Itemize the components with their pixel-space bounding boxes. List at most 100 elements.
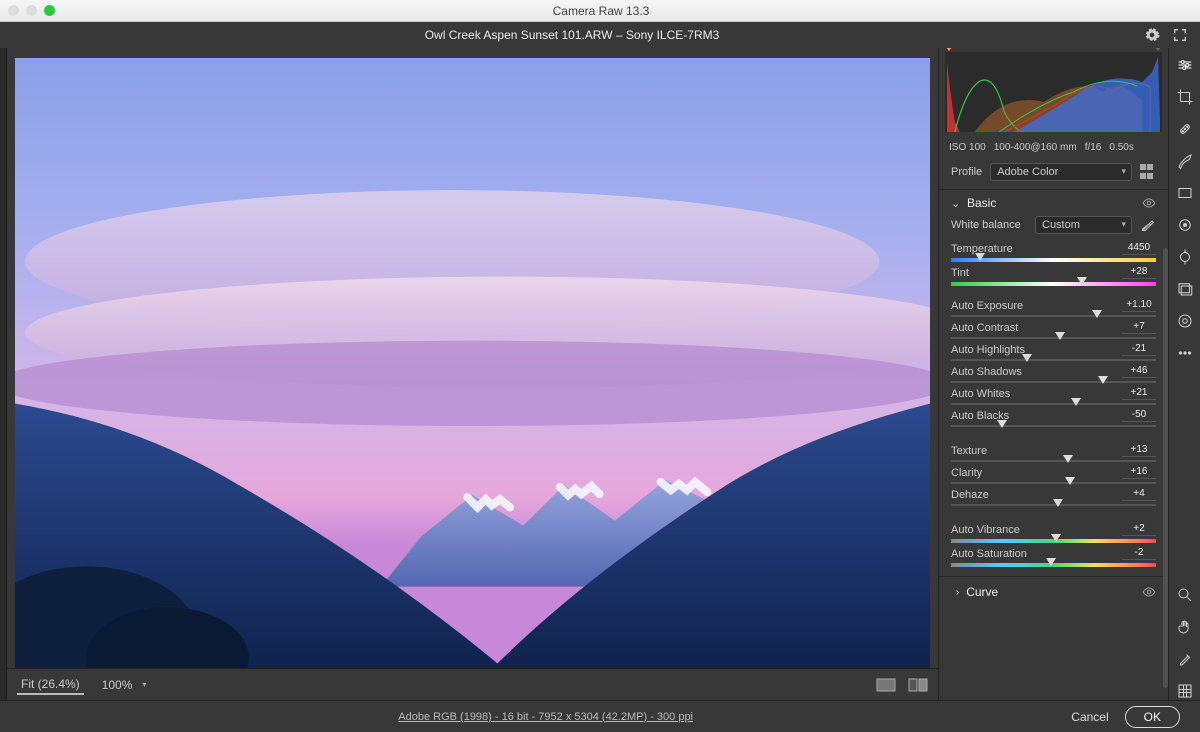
image-canvas[interactable] (7, 48, 938, 668)
exposure-thumb[interactable] (1092, 310, 1102, 318)
blacks-value[interactable]: -50 (1122, 409, 1156, 422)
tint-slider[interactable]: Tint+28 (951, 266, 1156, 286)
panel-scrollbar[interactable] (1163, 248, 1168, 688)
highlights-thumb[interactable] (1022, 354, 1032, 362)
contrast-value[interactable]: +7 (1122, 321, 1156, 334)
vibrance-thumb[interactable] (1051, 534, 1061, 542)
zoom-fit[interactable]: Fit (26.4%) (17, 675, 84, 695)
shadows-thumb[interactable] (1098, 376, 1108, 384)
whites-slider[interactable]: Auto Whites+21 (951, 387, 1156, 405)
radial-tool-icon[interactable] (1176, 216, 1194, 234)
eyedropper-icon[interactable] (1140, 217, 1156, 233)
more-icon[interactable] (1176, 344, 1194, 362)
texture-track[interactable] (951, 460, 1156, 462)
zoom-100[interactable]: 100% (98, 676, 137, 694)
whites-track[interactable] (951, 403, 1156, 405)
saturation-value[interactable]: -2 (1122, 547, 1156, 560)
crop-tool-icon[interactable] (1176, 88, 1194, 106)
chevron-right-icon: ⌄ (949, 587, 962, 596)
highlights-track[interactable] (951, 359, 1156, 361)
output-settings-link[interactable]: Adobe RGB (1998) - 16 bit - 7952 x 5304 … (20, 711, 1071, 723)
color-sampler-icon[interactable] (1176, 650, 1194, 668)
profile-browser-icon[interactable] (1140, 164, 1156, 180)
grid-toggle-icon[interactable] (1176, 682, 1194, 700)
tint-value[interactable]: +28 (1122, 266, 1156, 279)
minimize-window-icon[interactable] (26, 5, 37, 16)
edit-panel: ISO 100 100-400@160 mm f/16 0.50s Profil… (938, 48, 1168, 700)
wb-label: White balance (951, 219, 1027, 231)
tint-track[interactable] (951, 282, 1156, 286)
toggle-visibility-icon[interactable] (1142, 585, 1156, 599)
contrast-thumb[interactable] (1055, 332, 1065, 340)
dehaze-value[interactable]: +4 (1122, 488, 1156, 501)
ok-button[interactable]: OK (1125, 706, 1180, 728)
saturation-track[interactable] (951, 563, 1156, 567)
gradient-rect-tool-icon[interactable] (1176, 184, 1194, 202)
contrast-slider[interactable]: Auto Contrast+7 (951, 321, 1156, 339)
toggle-visibility-icon[interactable] (1142, 196, 1156, 210)
whites-thumb[interactable] (1071, 398, 1081, 406)
zoom-tool-icon[interactable] (1176, 586, 1194, 604)
vibrance-value[interactable]: +2 (1122, 523, 1156, 536)
tint-thumb[interactable] (1077, 277, 1087, 285)
saturation-label: Auto Saturation (951, 548, 1027, 560)
wb-select[interactable]: Custom (1035, 216, 1132, 234)
zoom-window-icon[interactable] (44, 5, 55, 16)
heal-tool-icon[interactable] (1176, 120, 1194, 138)
whites-value[interactable]: +21 (1122, 387, 1156, 400)
shadows-track[interactable] (951, 381, 1156, 383)
exposure-slider[interactable]: Auto Exposure+1.10 (951, 299, 1156, 317)
close-window-icon[interactable] (8, 5, 19, 16)
cancel-button[interactable]: Cancel (1071, 710, 1108, 724)
hand-tool-icon[interactable] (1176, 618, 1194, 636)
temperature-value[interactable]: 4450 (1122, 242, 1156, 255)
shadows-slider[interactable]: Auto Shadows+46 (951, 365, 1156, 383)
saturation-thumb[interactable] (1046, 558, 1056, 566)
presets-icon[interactable] (1176, 312, 1194, 330)
temperature-slider[interactable]: Temperature4450 (951, 242, 1156, 262)
blacks-slider[interactable]: Auto Blacks-50 (951, 409, 1156, 427)
blacks-track[interactable] (951, 425, 1156, 427)
dehaze-track[interactable] (951, 504, 1156, 506)
profile-select[interactable]: Adobe Color (990, 163, 1132, 181)
saturation-slider[interactable]: Auto Saturation -2 (951, 547, 1156, 567)
shadows-value[interactable]: +46 (1122, 365, 1156, 378)
texture-value[interactable]: +13 (1122, 444, 1156, 457)
vibrance-slider[interactable]: Auto Vibrance+2 (951, 523, 1156, 543)
dehaze-thumb[interactable] (1053, 499, 1063, 507)
vibrance-track[interactable] (951, 539, 1156, 543)
texture-thumb[interactable] (1063, 455, 1073, 463)
brush-tool-icon[interactable] (1176, 152, 1194, 170)
highlights-slider[interactable]: Auto Highlights-21 (951, 343, 1156, 361)
clarity-value[interactable]: +16 (1122, 466, 1156, 479)
zoom-dropdown-icon[interactable]: ▾ (142, 680, 146, 689)
clarity-track[interactable] (951, 482, 1156, 484)
edit-tool-icon[interactable] (1176, 56, 1194, 74)
gear-icon[interactable] (1144, 27, 1160, 43)
highlight-clip-icon[interactable] (1152, 48, 1164, 51)
texture-slider[interactable]: Texture+13 (951, 444, 1156, 462)
dehaze-slider[interactable]: Dehaze+4 (951, 488, 1156, 506)
clarity-slider[interactable]: Clarity+16 (951, 466, 1156, 484)
temperature-track[interactable] (951, 258, 1156, 262)
redeye-tool-icon[interactable] (1176, 248, 1194, 266)
temperature-thumb[interactable] (975, 253, 985, 261)
single-view-icon[interactable] (876, 678, 896, 692)
exposure-value[interactable]: +1.10 (1122, 299, 1156, 312)
snapshots-icon[interactable] (1176, 280, 1194, 298)
filmstrip-collapsed[interactable] (0, 48, 7, 700)
histogram[interactable] (945, 52, 1162, 132)
exposure-track[interactable] (951, 315, 1156, 317)
clarity-thumb[interactable] (1065, 477, 1075, 485)
highlights-value[interactable]: -21 (1122, 343, 1156, 356)
shadow-clip-icon[interactable] (943, 48, 955, 51)
exif-aperture: f/16 (1085, 142, 1102, 153)
contrast-track[interactable] (951, 337, 1156, 339)
basic-header[interactable]: ⌄ Basic (951, 196, 1156, 210)
file-header: Owl Creek Aspen Sunset 101.ARW – Sony IL… (0, 22, 1200, 48)
curve-title: Curve (966, 585, 1136, 599)
fullscreen-icon[interactable] (1172, 27, 1188, 43)
curve-header[interactable]: ⌄ Curve (939, 576, 1168, 607)
blacks-thumb[interactable] (997, 420, 1007, 428)
before-after-view-icon[interactable] (908, 678, 928, 692)
